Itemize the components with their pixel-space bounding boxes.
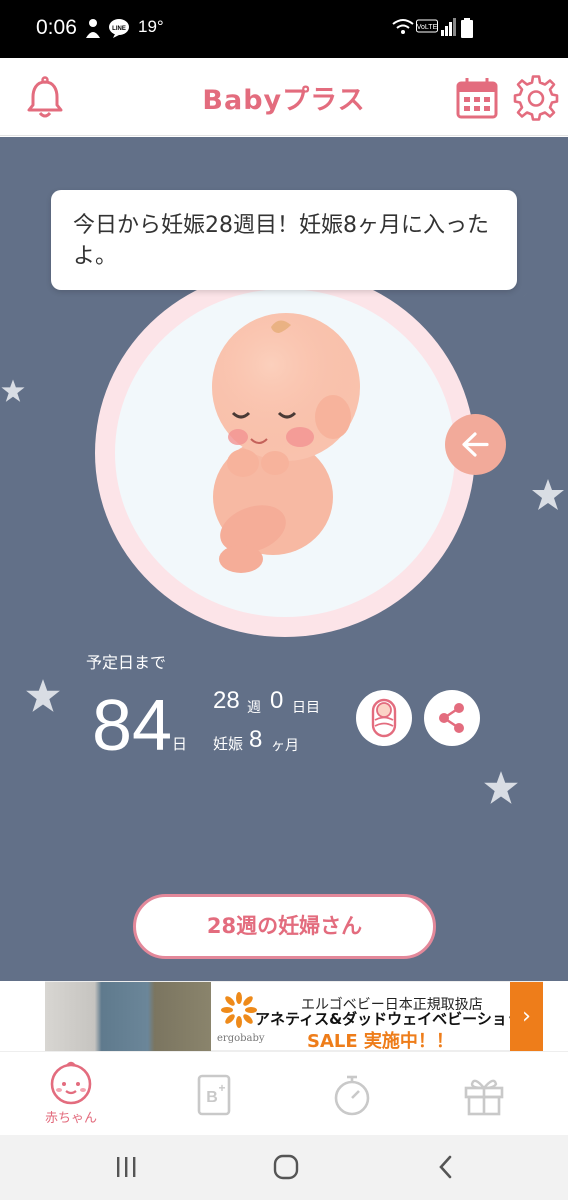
wifi-icon [392,19,414,34]
gear-icon[interactable] [513,75,559,121]
main-panel: 今日から妊娠28週目！妊娠8ヶ月に入ったよ。 予定日まで 84 日 28 週 0… [0,137,568,981]
tab-baby[interactable]: 赤ちゃん [0,1052,142,1136]
baby-profile-button[interactable] [356,690,412,746]
ergobaby-logo-icon [221,992,257,1028]
svg-text:LINE: LINE [112,26,126,32]
tab-timer[interactable] [284,1052,426,1136]
pregnancy-label: 妊娠 [213,735,244,753]
line-icon: LINE [109,19,129,38]
days-remaining: 84 [92,686,173,766]
message-bubble: 今日から妊娠28週目！妊娠8ヶ月に入ったよ。 [51,190,517,290]
week-info-button[interactable]: 28週の妊婦さん [133,894,436,959]
ad-content[interactable]: ergobaby エルゴベビー日本正規取扱店 アネティス&ダッドウェイベビーショ… [45,981,543,1052]
swaddled-baby-icon [371,698,397,738]
prev-week-button[interactable] [445,414,506,475]
status-temperature: 19° [138,17,164,36]
month-unit: ヶ月 [271,738,299,754]
star-icon [26,679,60,712]
app-header: Babyプラス [0,58,568,136]
svg-text:+: + [218,1081,225,1095]
calendar-icon[interactable] [454,75,500,121]
ad-sale-text: SALE 実施中！！ [307,1031,454,1052]
week-number: 28 [213,687,240,714]
tab-articles[interactable]: B + [142,1052,284,1136]
days-unit: 日 [172,735,188,753]
book-plus-icon: B + [197,1074,231,1116]
baby-face-icon [50,1061,92,1105]
home-icon[interactable] [273,1154,299,1180]
arrow-left-icon [462,432,489,457]
gift-icon [464,1079,504,1116]
day-number: 0 [270,687,284,714]
status-time: 0:06 [36,16,77,39]
ad-open-button[interactable]: › [510,982,543,1052]
back-icon[interactable] [436,1154,456,1180]
baby-womb-illustration[interactable] [93,267,477,639]
ad-headline: アネティス&ダッドウェイベビーショップ [255,1010,537,1028]
volte-icon: VoLTE [416,19,438,33]
recent-apps-icon[interactable] [114,1156,138,1178]
status-bar: 0:06 LINE 19° VoLTE [0,0,568,58]
countdown-label: 予定日まで [86,653,167,672]
svg-text:B: B [206,1089,218,1106]
stopwatch-icon [334,1075,370,1116]
battery-icon [461,18,473,38]
ad-product-image [45,982,211,1052]
bottom-nav: 赤ちゃん B + [0,1051,568,1135]
star-icon [532,479,564,510]
ad-logo-text: ergobaby [217,1033,265,1044]
system-nav-bar [0,1135,568,1200]
month-number: 8 [249,726,263,753]
ad-banner[interactable]: ergobaby エルゴベビー日本正規取扱店 アネティス&ダッドウェイベビーショ… [0,981,568,1052]
star-icon [1,379,25,402]
buddy-icon [86,19,100,38]
signal-icon [441,18,456,36]
svg-text:VoLTE: VoLTE [417,24,438,31]
star-icon [484,771,518,804]
share-icon [439,703,464,733]
tab-baby-label: 赤ちゃん [44,1111,97,1126]
week-unit: 週 [247,700,261,716]
share-button[interactable] [424,690,480,746]
tab-gifts[interactable] [426,1052,568,1136]
day-unit: 日目 [292,700,320,716]
